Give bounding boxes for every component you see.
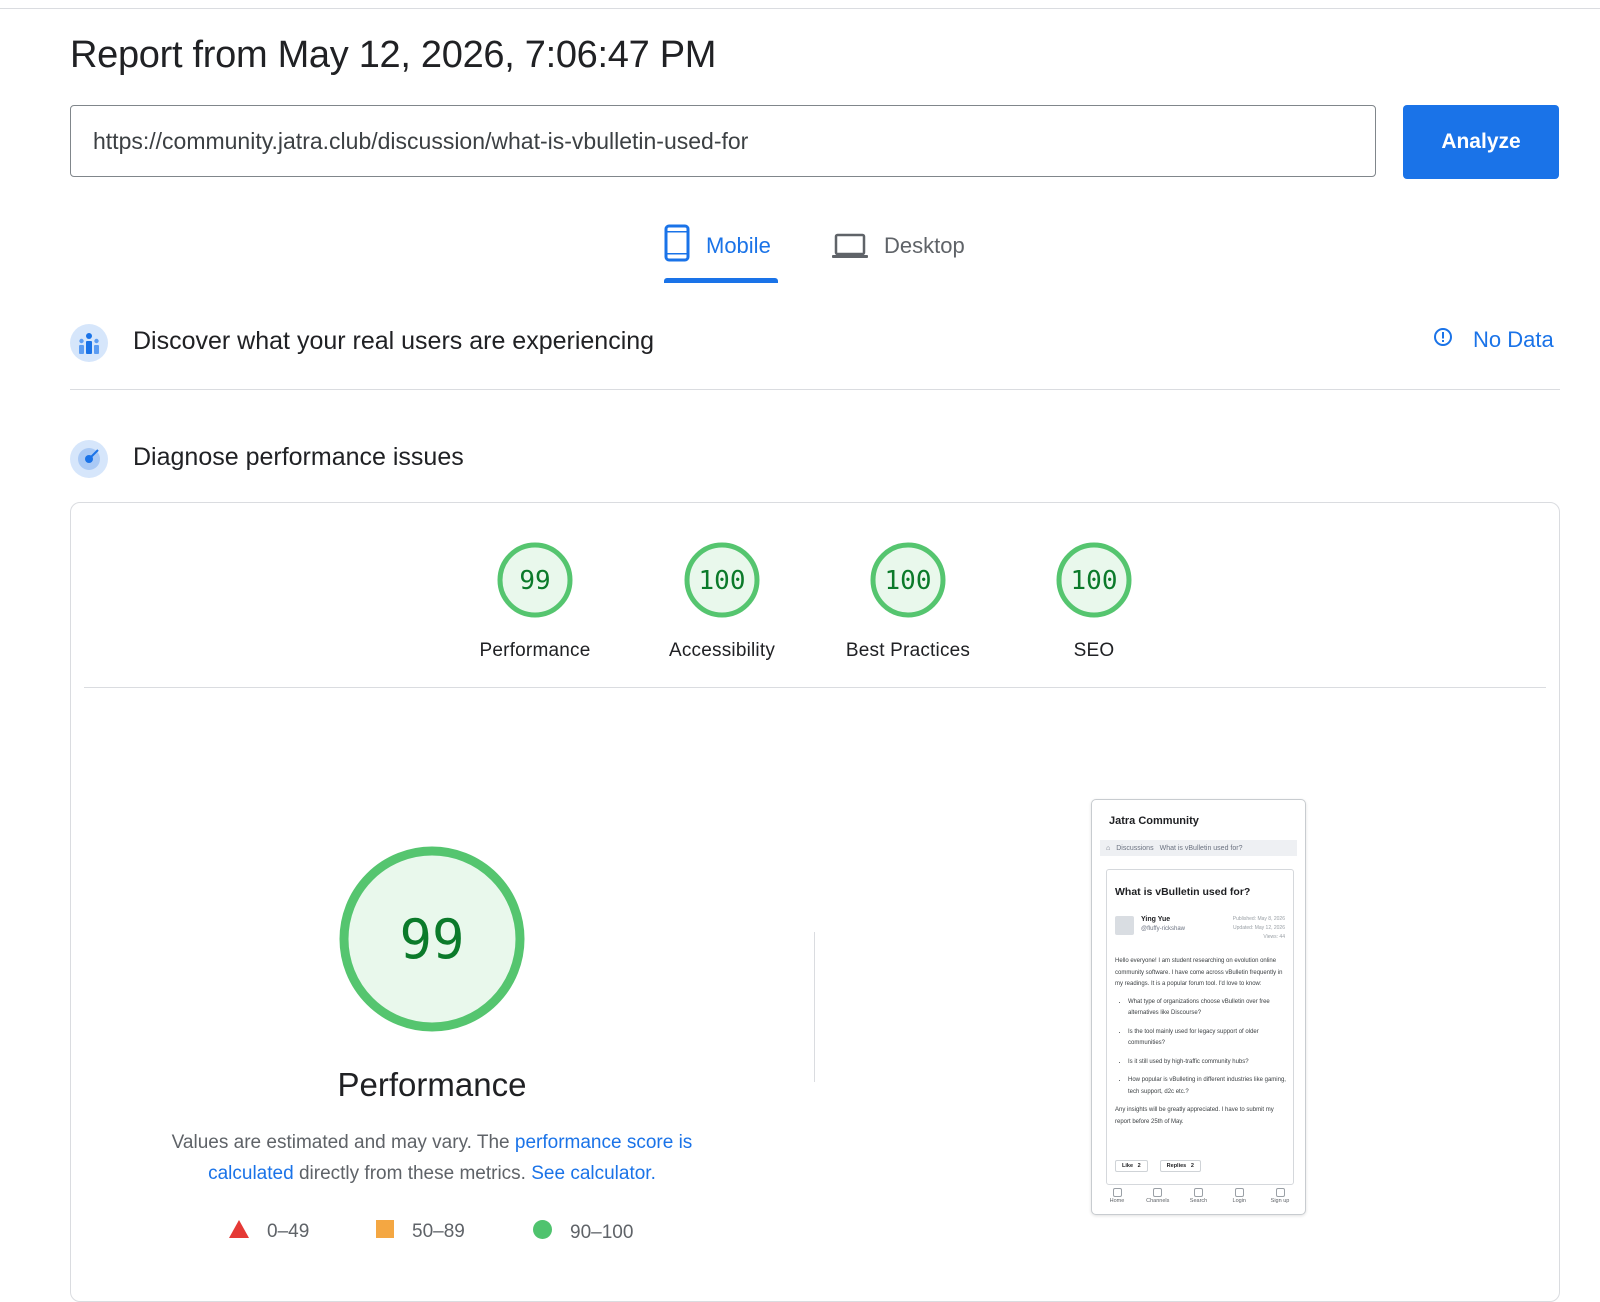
legend-label: 0–49	[267, 1221, 310, 1242]
thumb-nav-item: Search	[1182, 1188, 1216, 1204]
thumb-author: Ying Yue	[1141, 916, 1171, 923]
thumb-crumb: What is vBulletin used for?	[1159, 844, 1243, 852]
laptop-icon	[832, 224, 868, 267]
no-data-button[interactable]: No Data	[1433, 327, 1554, 353]
active-tab-indicator	[664, 278, 778, 283]
legend-label: 50–89	[412, 1221, 465, 1242]
home-icon: ⌂	[1106, 844, 1111, 852]
circle-icon	[533, 1220, 552, 1245]
desc-prefix: Values are estimated and may vary. The	[171, 1132, 515, 1153]
final-screenshot[interactable]: Jatra Community ⌂ Discussions What is vB…	[1091, 799, 1306, 1215]
users-experience-icon	[70, 324, 108, 362]
thumb-outro: Any insights will be greatly appreciated…	[1115, 1107, 1274, 1125]
gauge-best-practices[interactable]: 100 Best Practices	[818, 540, 998, 662]
gauge-seo[interactable]: 100 SEO	[1004, 540, 1184, 662]
performance-title: Performance	[337, 1066, 527, 1103]
gauge-ring: 100	[870, 542, 946, 618]
thumb-updated: Updated: May 12, 2026	[1233, 925, 1285, 931]
gauge-score: 99	[519, 566, 550, 596]
list-item: Is it still used by high-traffic communi…	[1128, 1057, 1287, 1069]
performance-big-gauge: 99	[337, 844, 527, 1039]
gauge-score: 100	[1071, 566, 1118, 596]
thumb-post-title: What is vBulletin used for?	[1115, 886, 1251, 898]
gauge-label: SEO	[1073, 640, 1115, 661]
field-data-title: Discover what your real users are experi…	[133, 327, 655, 355]
thumb-breadcrumb: ⌂ Discussions What is vBulletin used for…	[1100, 840, 1297, 856]
thumb-intro: Hello everyone! I am student researching…	[1115, 958, 1283, 987]
gauge-ring: 100	[684, 542, 760, 618]
triangle-icon	[229, 1220, 249, 1244]
gauge-ring: 100	[1056, 542, 1132, 618]
performance-score: 99	[399, 908, 464, 971]
analyze-button[interactable]: Analyze	[1403, 105, 1559, 179]
thumb-brand: Jatra Community	[1109, 815, 1199, 827]
lab-data-title: Diagnose performance issues	[133, 443, 464, 471]
list-item: What type of organizations choose vBulle…	[1128, 997, 1287, 1020]
tab-desktop[interactable]: Desktop	[832, 224, 965, 284]
thumb-actions: Like 2 Replies 2	[1115, 1160, 1201, 1172]
square-icon	[376, 1220, 394, 1244]
see-calculator-link[interactable]: See calculator.	[531, 1163, 656, 1184]
report-title: Report from May 12, 2026, 7:06:47 PM	[70, 34, 717, 76]
info-icon	[1433, 327, 1453, 353]
smartphone-icon	[664, 224, 690, 267]
list-item: Is the tool mainly used for legacy suppo…	[1128, 1027, 1287, 1050]
thumb-bottom-nav: Home Channels Search Login Sign up	[1100, 1188, 1297, 1204]
gauge-ring: 99	[497, 542, 573, 618]
tab-desktop-label: Desktop	[884, 233, 965, 258]
thumb-nav-item: Login	[1222, 1188, 1256, 1204]
thumb-crumb: Discussions	[1116, 844, 1154, 852]
thumb-nav-item: Channels	[1141, 1188, 1175, 1204]
avatar	[1115, 916, 1134, 935]
gauges-divider	[84, 687, 1546, 688]
thumb-meta: Published: May 8, 2026 Updated: May 12, …	[1233, 915, 1285, 942]
legend-average: 50–89	[376, 1220, 465, 1244]
gauge-label: Performance	[479, 640, 591, 661]
tab-mobile[interactable]: Mobile	[664, 224, 771, 284]
thumb-published: Published: May 8, 2026	[1232, 916, 1285, 922]
list-item: How popular is vBulleting in different i…	[1128, 1075, 1287, 1098]
legend-label: 90–100	[570, 1221, 634, 1243]
thumb-nav-item: Sign up	[1263, 1188, 1297, 1204]
section-divider	[70, 389, 1560, 390]
thumb-like: Like 2	[1115, 1160, 1148, 1172]
gauge-label: Accessibility	[668, 640, 776, 661]
thumb-views: Views: 44	[1263, 934, 1285, 940]
vertical-divider	[814, 932, 815, 1082]
thumb-bullets: What type of organizations choose vBulle…	[1115, 997, 1287, 1099]
thumb-replies: Replies 2	[1159, 1160, 1201, 1172]
legend-fail: 0–49	[229, 1220, 309, 1244]
performance-description: Values are estimated and may vary. The p…	[152, 1127, 712, 1189]
gauge-score: 100	[885, 566, 932, 596]
url-input[interactable]	[70, 105, 1376, 177]
gauge-performance[interactable]: 99 Performance	[445, 540, 625, 662]
diagnose-icon	[70, 440, 108, 478]
gauge-label: Best Practices	[845, 640, 971, 661]
thumb-post-body: Hello everyone! I am student researching…	[1115, 956, 1287, 1128]
thumb-nav-item: Home	[1100, 1188, 1134, 1204]
gauge-score: 100	[699, 566, 746, 596]
top-divider	[0, 8, 1600, 9]
desc-middle: directly from these metrics.	[293, 1163, 532, 1184]
thumb-post-card: What is vBulletin used for? Ying Yue @fl…	[1106, 869, 1294, 1185]
no-data-label: No Data	[1473, 327, 1554, 352]
gauge-accessibility[interactable]: 100 Accessibility	[632, 540, 812, 662]
thumb-handle: @fluffy-rickshaw	[1141, 926, 1185, 932]
tab-mobile-label: Mobile	[706, 233, 771, 258]
legend-pass: 90–100	[533, 1220, 633, 1245]
